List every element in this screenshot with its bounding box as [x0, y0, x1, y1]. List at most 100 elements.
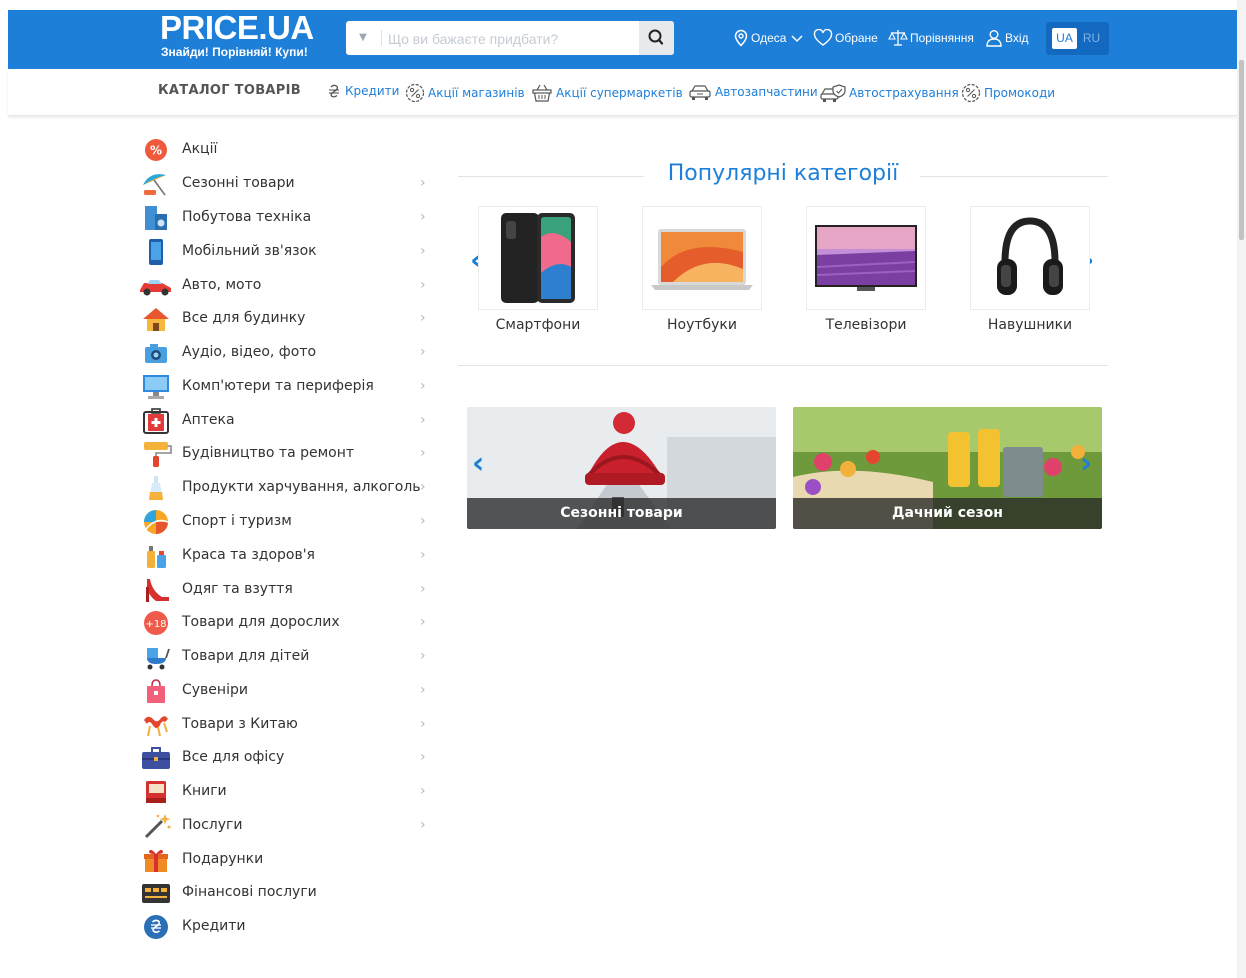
lang-ua-button[interactable]: UA: [1052, 28, 1077, 49]
favorites-label: Обране: [835, 31, 878, 45]
sidebar-item-label: Продукти харчування, алкоголь: [182, 479, 421, 495]
sidebar-item-credits[interactable]: Кредити: [138, 912, 438, 942]
sidebar-item-gifts[interactable]: Подарунки: [138, 845, 438, 875]
top-header: PRICE.UA Знайди! Порівняй! Купи! ▼ Одеса…: [8, 10, 1237, 69]
catbar-link-label: Автострахування: [849, 86, 959, 100]
login-label: Вхід: [1005, 31, 1029, 45]
sidebar-item-mobile[interactable]: Мобільний зв'язок ›: [138, 237, 438, 267]
login-link[interactable]: Вхід: [985, 29, 1029, 47]
sidebar-item-clothes[interactable]: Одяг та взуття ›: [138, 575, 438, 605]
sidebar-item-pharmacy[interactable]: Аптека ›: [138, 406, 438, 436]
sidebar-item-label: Все для офісу: [182, 749, 285, 765]
sidebar-item-label: Побутова техніка: [182, 209, 312, 225]
logo-title[interactable]: PRICE.UA: [160, 11, 314, 44]
search-category-dropdown[interactable]: ▼: [346, 21, 380, 55]
favorites-link[interactable]: Обране: [813, 29, 878, 47]
lang-ru-button[interactable]: RU: [1079, 28, 1104, 49]
search-input[interactable]: [386, 25, 640, 53]
catbar-link-credits[interactable]: Кредити: [326, 83, 399, 99]
category-card-headphones[interactable]: Навушники: [970, 206, 1090, 333]
sidebar-item-label: Спорт і туризм: [182, 513, 292, 529]
catbar-link-label: Промокоди: [984, 86, 1056, 100]
fridge-washer-icon: [145, 206, 167, 230]
briefcase-icon: [142, 747, 170, 769]
search-separator: [381, 30, 382, 46]
chevron-right-icon: ›: [420, 175, 426, 191]
sidebar-item-audio-video[interactable]: Аудіо, відео, фото ›: [138, 338, 438, 368]
headphones-image: [970, 206, 1090, 310]
chevron-right-icon: ›: [420, 209, 426, 225]
logo[interactable]: PRICE.UA Знайди! Порівняй! Купи!: [160, 11, 314, 60]
sidebar-item-appliances[interactable]: Побутова техніка ›: [138, 203, 438, 233]
sidebar-item-beauty[interactable]: Краса та здоров'я ›: [138, 541, 438, 571]
sidebar-item-kids[interactable]: Товари для дітей ›: [138, 642, 438, 672]
sidebar-item-adult[interactable]: +18 Товари для дорослих ›: [138, 608, 438, 638]
sidebar-item-home[interactable]: Все для будинку ›: [138, 304, 438, 334]
sidebar-item-services[interactable]: Послуги ›: [138, 811, 438, 841]
sidebar-item-sport[interactable]: Спорт і туризм ›: [138, 507, 438, 537]
sidebar-item-label: Подарунки: [182, 851, 264, 867]
sidebar-item-souvenirs[interactable]: Сувеніри ›: [138, 676, 438, 706]
camera-icon: [145, 344, 167, 363]
chevron-right-icon: ›: [420, 817, 426, 833]
sidebar-item-label: Кредити: [182, 918, 246, 934]
sidebar-item-office[interactable]: Все для офісу ›: [138, 743, 438, 773]
gift-icon: [144, 849, 168, 872]
house-icon: [143, 308, 169, 331]
sidebar-item-finance[interactable]: Фінансові послуги: [138, 878, 438, 908]
catbar-link-promocodes[interactable]: Промокоди: [961, 83, 1055, 103]
sidebar-item-label: Товари для дорослих: [182, 614, 340, 630]
book-icon: [146, 781, 166, 803]
category-card-tvs[interactable]: Телевізори: [806, 206, 926, 333]
hryvnia-icon: [329, 84, 339, 98]
catbar-link-autoparts[interactable]: Автозапчастини: [688, 83, 818, 101]
banner-seasonal[interactable]: Сезонні товари: [467, 407, 776, 529]
category-card-smartphones[interactable]: Смартфони: [478, 206, 598, 333]
sidebar-item-label: Авто, мото: [182, 277, 262, 293]
first-aid-icon: [143, 408, 169, 434]
chevron-right-icon: ›: [420, 749, 426, 765]
catbar-link-supermarket-promos[interactable]: Акції супермаркетів: [531, 83, 683, 103]
sale-icon: %: [145, 139, 167, 161]
banner-next-button[interactable]: ›: [1080, 449, 1092, 479]
sidebar-item-label: Аудіо, відео, фото: [182, 344, 317, 360]
sidebar-item-label: Товари для дітей: [182, 648, 310, 664]
catbar-link-car-insurance[interactable]: Автострахування: [820, 83, 959, 103]
catalog-title[interactable]: КАТАЛОГ ТОВАРІВ: [158, 83, 301, 98]
car-icon: [689, 85, 711, 100]
compare-label: Порівняння: [910, 31, 974, 45]
banner-garden[interactable]: Дачний сезон: [793, 407, 1102, 529]
ball-icon: [144, 510, 169, 534]
sidebar-item-auto[interactable]: Авто, мото ›: [138, 271, 438, 301]
card-icon: [142, 884, 170, 903]
chevron-right-icon: ›: [420, 648, 426, 664]
catbar-link-store-promos[interactable]: Акції магазинів: [405, 83, 525, 103]
gift-bag-icon: [147, 679, 165, 703]
sidebar-item-construction[interactable]: Будівництво та ремонт ›: [138, 439, 438, 469]
sidebar-item-computers[interactable]: Комп'ютери та периферія ›: [138, 372, 438, 402]
stroller-icon: [147, 648, 170, 670]
sidebar-item-food[interactable]: Продукти харчування, алкоголь ›: [138, 473, 438, 503]
search-button[interactable]: [639, 21, 674, 55]
category-label: Смартфони: [495, 317, 581, 333]
car-icon: [140, 280, 171, 296]
scrollbar-thumb[interactable]: [1239, 60, 1244, 240]
chevron-right-icon: ›: [420, 547, 426, 563]
paint-roller-icon: [144, 442, 172, 467]
sidebar-item-china[interactable]: Товари з Китаю ›: [138, 710, 438, 740]
sidebar-item-label: Краса та здоров'я: [182, 547, 315, 563]
sidebar-item-sales[interactable]: % Акції: [138, 135, 438, 165]
sidebar-item-seasonal[interactable]: Сезонні товари ›: [138, 169, 438, 199]
chevron-right-icon: ›: [420, 513, 426, 529]
catbar-link-label: Автозапчастини: [715, 85, 818, 99]
chevron-right-icon: ›: [420, 614, 426, 630]
banner-prev-button[interactable]: ‹: [472, 449, 484, 479]
chevron-right-icon: ›: [420, 412, 426, 428]
city-selector[interactable]: Одеса: [733, 29, 807, 47]
sidebar-item-label: Акції: [182, 141, 218, 157]
compare-link[interactable]: Порівняння: [888, 29, 974, 47]
sidebar-item-books[interactable]: Книги ›: [138, 777, 438, 807]
catbar-link-label: Акції супермаркетів: [556, 86, 683, 100]
phone-icon: [149, 239, 163, 265]
category-card-laptops[interactable]: Ноутбуки: [642, 206, 762, 333]
